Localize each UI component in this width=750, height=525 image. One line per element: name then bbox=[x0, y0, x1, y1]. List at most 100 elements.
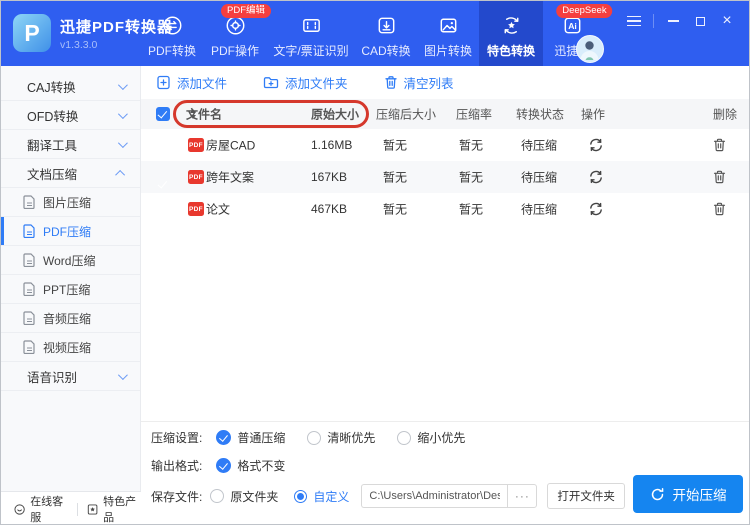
deepseek-badge: DeepSeek bbox=[556, 4, 613, 18]
radio-empty-icon bbox=[397, 430, 412, 445]
tab-label: PDF操作 bbox=[210, 44, 259, 58]
sidebar-item-ppt-compress[interactable]: PPT压缩 bbox=[1, 275, 140, 304]
refresh-icon[interactable] bbox=[588, 137, 604, 153]
footer-label: 特色产品 bbox=[103, 496, 137, 524]
sidebar-group-translate[interactable]: 翻译工具 bbox=[1, 130, 140, 159]
settings-divider bbox=[141, 421, 749, 422]
item-label: 图片压缩 bbox=[43, 195, 92, 210]
compress-settings-row: 压缩设置: 普通压缩 清晰优先 缩小优先 bbox=[151, 429, 487, 446]
document-icon bbox=[23, 311, 35, 325]
featured-products-link[interactable]: 特色产品 bbox=[87, 493, 141, 524]
tab-label: PDF转换 bbox=[147, 44, 196, 58]
add-file-button[interactable]: 添加文件 bbox=[156, 73, 227, 92]
sort-icon bbox=[190, 109, 198, 119]
item-label: 音频压缩 bbox=[43, 311, 92, 326]
headset-smile-icon bbox=[14, 503, 25, 515]
file-toolbar: 添加文件 添加文件夹 清空列表 bbox=[156, 66, 454, 99]
tab-label: 特色转换 bbox=[486, 44, 535, 58]
tab-pdf-convert[interactable]: PDF转换 bbox=[141, 1, 203, 66]
table-row: PDF 论文 467KB 暂无 暂无 待压缩 bbox=[141, 193, 749, 225]
table-header: 文件名 原始大小 压缩后大小 压缩率 转换状态 操作 删除 bbox=[141, 99, 749, 129]
tab-ocr[interactable]: 文字/票证识别 bbox=[267, 1, 355, 66]
user-avatar[interactable] bbox=[576, 35, 604, 63]
pdf-file-icon: PDF bbox=[188, 170, 204, 184]
pdf-file-icon: PDF bbox=[188, 202, 204, 216]
option-keep-format[interactable]: 格式不变 bbox=[216, 457, 285, 474]
item-label: Word压缩 bbox=[43, 253, 96, 268]
radio-empty-icon bbox=[210, 489, 225, 503]
minimize-icon[interactable] bbox=[665, 13, 681, 29]
trash-icon bbox=[384, 76, 397, 89]
delete-trash-icon[interactable] bbox=[712, 138, 727, 153]
option-original-folder[interactable]: 原文件夹 bbox=[210, 488, 278, 505]
top-bar: P 迅捷PDF转换器 v1.3.3.0 PDF转换 PDF编辑 PDF操作 文字… bbox=[1, 1, 749, 66]
sidebar-item-video-compress[interactable]: 视频压缩 bbox=[1, 333, 140, 362]
select-all-checkbox[interactable] bbox=[156, 107, 170, 121]
convert-status: 待压缩 bbox=[521, 202, 558, 217]
refresh-icon[interactable] bbox=[588, 201, 604, 217]
compressed-size: 暂无 bbox=[383, 202, 408, 217]
sidebar-item-pdf-compress[interactable]: PDF压缩 bbox=[1, 217, 140, 246]
clear-list-button[interactable]: 清空列表 bbox=[384, 73, 454, 92]
original-size: 167KB bbox=[311, 170, 348, 184]
option-label: 缩小优先 bbox=[417, 431, 466, 445]
option-label: 格式不变 bbox=[237, 459, 286, 473]
convert-status: 待压缩 bbox=[521, 170, 558, 185]
button-label: 添加文件 bbox=[177, 77, 228, 91]
check-circle-icon bbox=[216, 430, 232, 445]
delete-trash-icon[interactable] bbox=[712, 170, 727, 185]
sidebar-group-doc-compress[interactable]: 文档压缩 bbox=[1, 159, 140, 188]
header-original-size: 原始大小 bbox=[311, 107, 360, 122]
sidebar-item-audio-compress[interactable]: 音频压缩 bbox=[1, 304, 140, 333]
main-panel: 添加文件 添加文件夹 清空列表 文件名 原始大小 压缩后大小 压缩率 转换状态 … bbox=[141, 66, 749, 524]
footer-divider bbox=[77, 502, 78, 516]
pdf-file-icon: PDF bbox=[188, 138, 204, 152]
sidebar-item-image-compress[interactable]: 图片压缩 bbox=[1, 188, 140, 217]
tab-special-convert[interactable]: 特色转换 bbox=[479, 1, 543, 66]
tab-image-convert[interactable]: 图片转换 bbox=[417, 1, 479, 66]
convert-status: 待压缩 bbox=[521, 138, 558, 153]
item-label: PDF压缩 bbox=[43, 224, 92, 239]
tab-cad-convert[interactable]: CAD转换 bbox=[355, 1, 417, 66]
option-label: 原文件夹 bbox=[230, 489, 279, 504]
original-size: 467KB bbox=[311, 202, 348, 216]
sidebar-group-speech[interactable]: 语音识别 bbox=[1, 362, 140, 391]
sidebar: CAJ转换 OFD转换 翻译工具 文档压缩 图片压缩 PDF压缩 Word压缩 … bbox=[1, 66, 141, 491]
tab-label: 图片转换 bbox=[423, 44, 472, 58]
compressed-size: 暂无 bbox=[383, 138, 408, 153]
option-size-first[interactable]: 缩小优先 bbox=[397, 429, 465, 446]
compress-ratio: 暂无 bbox=[459, 138, 484, 153]
save-location-row: 保存文件: 原文件夹 自定义 ··· 打开文件夹 bbox=[151, 483, 625, 509]
file-name: 房屋CAD bbox=[206, 138, 256, 153]
item-label: PPT压缩 bbox=[43, 282, 91, 297]
sidebar-group-caj[interactable]: CAJ转换 bbox=[1, 72, 140, 101]
option-clarity-first[interactable]: 清晰优先 bbox=[307, 429, 375, 446]
browse-ellipsis-button[interactable]: ··· bbox=[507, 484, 538, 508]
tab-pdf-edit[interactable]: PDF编辑 PDF操作 bbox=[203, 1, 272, 66]
close-icon[interactable]: × bbox=[719, 13, 735, 29]
group-label: 语音识别 bbox=[27, 370, 78, 385]
option-normal-compress[interactable]: 普通压缩 bbox=[216, 429, 285, 446]
sidebar-group-ofd[interactable]: OFD转换 bbox=[1, 101, 140, 130]
save-file-label: 保存文件: bbox=[151, 489, 203, 504]
document-icon bbox=[23, 340, 35, 354]
refresh-icon[interactable] bbox=[588, 169, 604, 185]
add-folder-button[interactable]: 添加文件夹 bbox=[263, 73, 348, 92]
item-label: 视频压缩 bbox=[43, 340, 92, 355]
maximize-icon[interactable] bbox=[692, 13, 708, 29]
save-path-input[interactable] bbox=[361, 484, 508, 508]
group-label: 文档压缩 bbox=[27, 167, 78, 182]
save-path-group: ··· bbox=[361, 484, 538, 508]
menu-icon[interactable] bbox=[626, 13, 642, 29]
option-label: 自定义 bbox=[313, 489, 350, 504]
open-folder-button[interactable]: 打开文件夹 bbox=[547, 483, 625, 509]
online-support-link[interactable]: 在线客服 bbox=[14, 493, 68, 524]
option-custom-folder[interactable]: 自定义 bbox=[294, 488, 349, 505]
window-controls: × bbox=[626, 13, 735, 29]
refresh-circle-icon bbox=[651, 487, 663, 500]
download-square-icon bbox=[375, 14, 398, 37]
sidebar-item-word-compress[interactable]: Word压缩 bbox=[1, 246, 140, 275]
delete-trash-icon[interactable] bbox=[712, 202, 727, 217]
picture-icon bbox=[437, 14, 460, 37]
start-compress-button[interactable]: 开始压缩 bbox=[633, 475, 743, 513]
